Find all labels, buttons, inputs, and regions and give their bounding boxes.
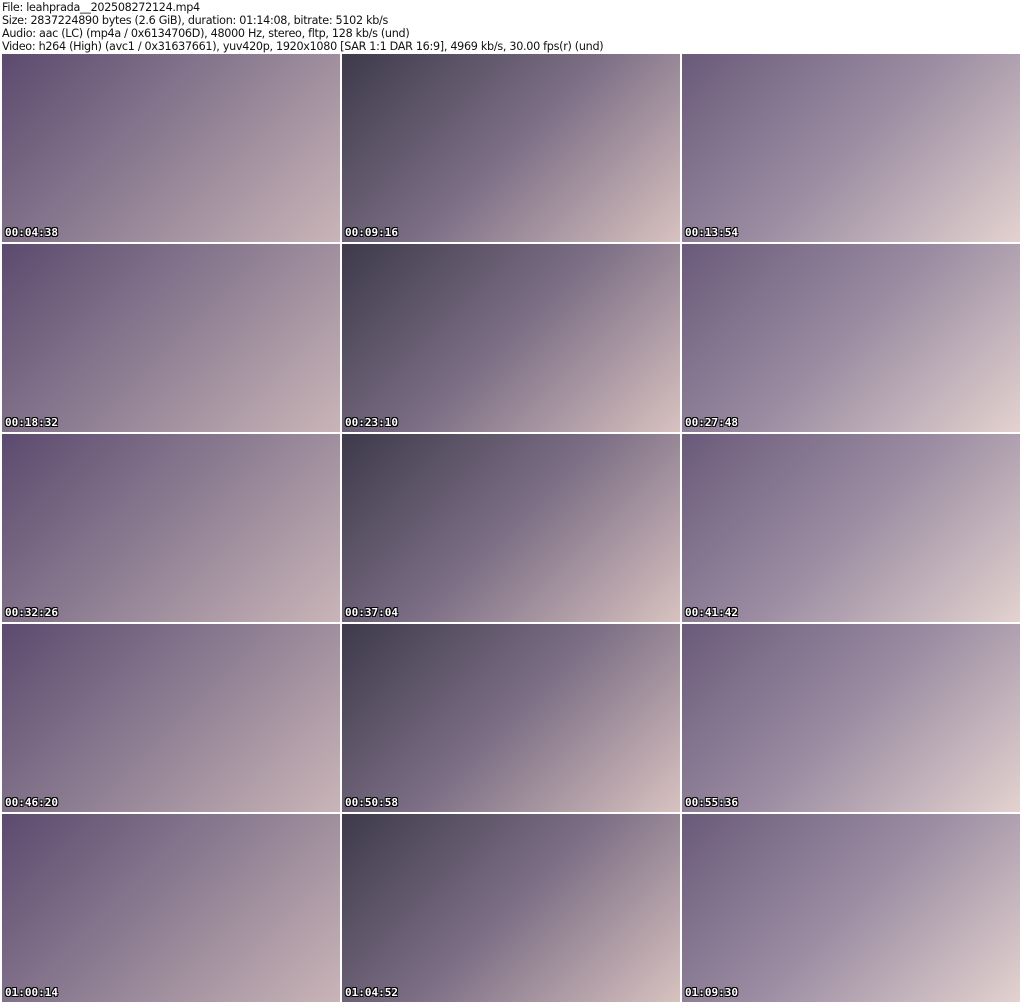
- video-info-line: Video: h264 (High) (avc1 / 0x31637661), …: [2, 40, 604, 53]
- video-thumbnail: 00:32:26: [2, 434, 340, 622]
- file-size-line: Size: 2837224890 bytes (2.6 GiB), durati…: [2, 14, 389, 27]
- thumbnail-timestamp: 00:55:36: [685, 796, 738, 809]
- file-info-header: File: leahprada__202508272124.mp4 Size: …: [2, 1, 604, 53]
- thumbnail-timestamp: 00:32:26: [5, 606, 58, 619]
- video-thumbnail: 00:23:10: [342, 244, 680, 432]
- thumbnail-timestamp: 01:04:52: [345, 986, 398, 999]
- video-thumbnail: 00:55:36: [682, 624, 1020, 812]
- audio-info-line: Audio: aac (LC) (mp4a / 0x6134706D), 480…: [2, 27, 410, 40]
- thumbnail-timestamp: 00:41:42: [685, 606, 738, 619]
- video-thumbnail: 00:27:48: [682, 244, 1020, 432]
- thumbnail-timestamp: 00:50:58: [345, 796, 398, 809]
- thumbnail-grid: 00:04:38 00:09:16 00:13:54 00:18:32 00:23:10…: [2, 54, 1020, 1002]
- thumbnail-timestamp: 01:09:30: [685, 986, 738, 999]
- thumbnail-timestamp: 00:46:20: [5, 796, 58, 809]
- thumbnail-timestamp: 00:37:04: [345, 606, 398, 619]
- video-thumbnail: 00:04:38: [2, 54, 340, 242]
- thumbnail-timestamp: 00:18:32: [5, 416, 58, 429]
- video-thumbnail: 01:04:52: [342, 814, 680, 1002]
- thumbnail-timestamp: 00:04:38: [5, 226, 58, 239]
- thumbnail-timestamp: 00:27:48: [685, 416, 738, 429]
- video-thumbnail: 00:41:42: [682, 434, 1020, 622]
- video-thumbnail: 00:50:58: [342, 624, 680, 812]
- video-thumbnail: 01:00:14: [2, 814, 340, 1002]
- video-thumbnail: 01:09:30: [682, 814, 1020, 1002]
- video-thumbnail: 00:46:20: [2, 624, 340, 812]
- file-name-line: File: leahprada__202508272124.mp4: [2, 1, 200, 14]
- thumbnail-timestamp: 00:23:10: [345, 416, 398, 429]
- video-thumbnail: 00:18:32: [2, 244, 340, 432]
- video-thumbnail: 00:37:04: [342, 434, 680, 622]
- thumbnail-timestamp: 00:13:54: [685, 226, 738, 239]
- video-thumbnail: 00:09:16: [342, 54, 680, 242]
- thumbnail-timestamp: 00:09:16: [345, 226, 398, 239]
- video-thumbnail: 00:13:54: [682, 54, 1020, 242]
- thumbnail-timestamp: 01:00:14: [5, 986, 58, 999]
